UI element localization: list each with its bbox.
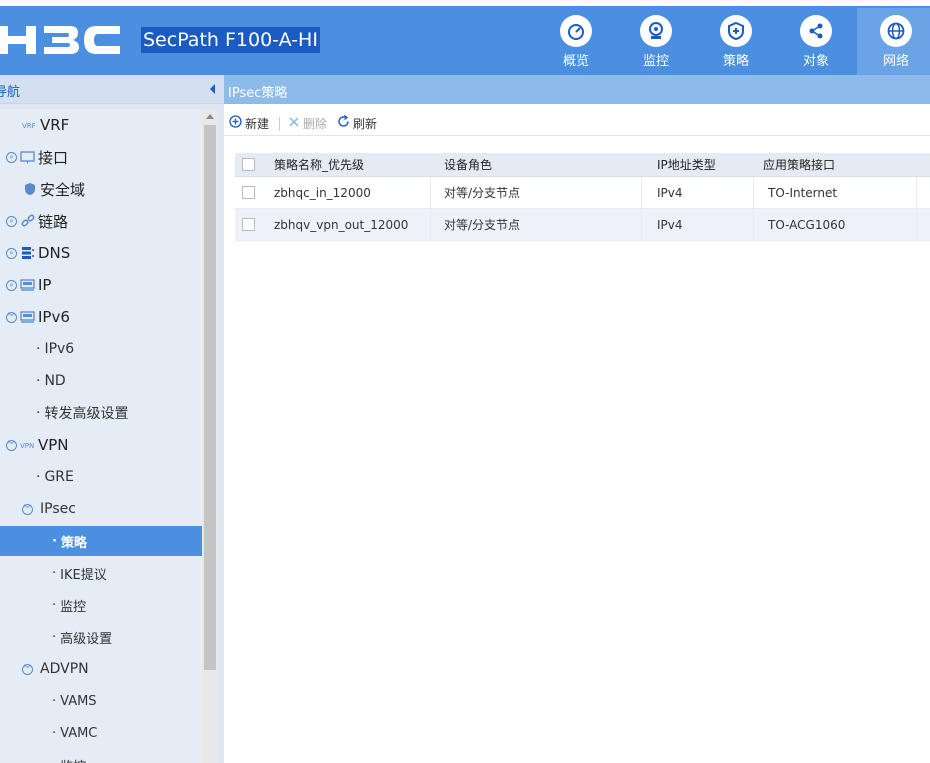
- breadcrumb-title: IPsec策略: [228, 86, 288, 101]
- scroll-up-icon[interactable]: [206, 114, 214, 119]
- close-icon: [288, 116, 300, 132]
- sidebar-item-ipsec-policy[interactable]: · 策略: [0, 526, 202, 556]
- nav-object[interactable]: 对象: [777, 8, 855, 75]
- shield-icon: [22, 182, 37, 196]
- sidebar-item-ip[interactable]: » IP: [0, 270, 202, 300]
- top-header: SecPath F100-A-HI 概览 监控 策略 对象 网络: [0, 0, 930, 75]
- collapse-sidebar-icon[interactable]: [210, 84, 215, 94]
- ip-type: IPv4: [657, 185, 683, 200]
- expand-icon[interactable]: »: [6, 215, 17, 227]
- column-header[interactable]: 应用策略接口: [763, 153, 835, 176]
- network-card-icon: [20, 278, 35, 292]
- monitor-icon: [20, 150, 35, 164]
- nav-policy[interactable]: 策略: [697, 8, 775, 75]
- refresh-button[interactable]: 刷新: [337, 114, 377, 132]
- sidebar-item-interface[interactable]: » 接口: [0, 142, 202, 172]
- nav-monitor[interactable]: 监控: [617, 8, 695, 75]
- vrf-icon: VRF: [22, 118, 37, 132]
- sidebar-item-security-zone[interactable]: 安全域: [0, 174, 202, 204]
- sidebar-item-forwarding-advanced[interactable]: · 转发高级设置: [0, 398, 202, 428]
- sidebar-item-gre[interactable]: · GRE: [0, 462, 202, 492]
- sidebar-tree: VRF VRF » 接口 安全域 » 链路 » DNS » IP ︾ IPv6 …: [0, 109, 202, 763]
- table-row[interactable]: zbhqv_vpn_out_12000 对等/分支节点 IPv4 TO-ACG1…: [235, 209, 930, 241]
- sidebar-item-link[interactable]: » 链路: [0, 206, 202, 236]
- device-role: 对等/分支节点: [444, 186, 521, 200]
- sidebar-item-advpn-group[interactable]: ︾ ADVPN: [0, 654, 202, 684]
- main-content: IPsec策略 新建 删除 刷新 策略名称_优先级 设备角色 IP地址类型 应用…: [224, 75, 930, 763]
- policy-name: zbhqc_in_12000: [274, 185, 371, 200]
- collapse-icon[interactable]: ︾: [22, 503, 33, 515]
- header-top-strip: [0, 0, 930, 6]
- refresh-icon: [337, 114, 350, 132]
- sidebar-scrollbar[interactable]: [202, 109, 218, 763]
- sidebar-item-vamc[interactable]: · VAMC: [0, 718, 202, 748]
- database-icon: [20, 246, 35, 260]
- apply-interface: TO-ACG1060: [768, 217, 846, 232]
- sidebar-title-bar: 导航: [0, 75, 224, 104]
- product-name: SecPath F100-A-HI: [141, 27, 320, 53]
- sidebar-item-ike-proposal[interactable]: · IKE提议: [0, 558, 202, 588]
- vpn-icon: VPN: [20, 438, 35, 452]
- select-all-checkbox[interactable]: [242, 158, 255, 171]
- sidebar-item-ipsec-monitor[interactable]: · 监控: [0, 590, 202, 620]
- apply-interface: TO-Internet: [768, 185, 838, 200]
- scrollbar-thumb[interactable]: [204, 125, 216, 670]
- sidebar-item-dns[interactable]: » DNS: [0, 238, 202, 268]
- nav-network[interactable]: 网络: [857, 8, 930, 75]
- link-icon: [20, 214, 35, 228]
- shield-icon: [720, 15, 752, 47]
- sidebar-item-vpn-group[interactable]: ︾ VPN VPN: [0, 430, 202, 460]
- plus-circle-icon: [229, 115, 242, 132]
- expand-icon[interactable]: »: [6, 279, 17, 291]
- expand-icon[interactable]: »: [6, 247, 17, 259]
- sidebar: 导航 VRF VRF » 接口 安全域 » 链路 » DNS » IP ︾ IP…: [0, 75, 224, 763]
- sidebar-item-nd[interactable]: · ND: [0, 366, 202, 396]
- row-checkbox[interactable]: [242, 218, 255, 231]
- svg-text:VRF: VRF: [22, 122, 36, 130]
- collapse-icon[interactable]: ︾: [6, 439, 17, 451]
- camera-icon: [640, 15, 672, 47]
- toolbar: 新建 删除 刷新: [224, 112, 930, 136]
- column-header[interactable]: 设备角色: [444, 153, 492, 176]
- breadcrumb: IPsec策略: [224, 75, 930, 104]
- column-header[interactable]: 策略名称_优先级: [274, 153, 364, 176]
- sidebar-item-ipsec-group[interactable]: ︾ IPsec: [0, 494, 202, 524]
- row-checkbox[interactable]: [242, 186, 255, 199]
- sidebar-item-vams[interactable]: · VAMS: [0, 686, 202, 716]
- device-role: 对等/分支节点: [444, 218, 521, 232]
- nav-overview[interactable]: 概览: [537, 8, 615, 75]
- ipsec-policy-table: 策略名称_优先级 设备角色 IP地址类型 应用策略接口 zbhqc_in_120…: [235, 153, 930, 241]
- svg-text:VPN: VPN: [20, 442, 34, 450]
- toolbar-divider: [279, 116, 281, 131]
- sidebar-item-ipsec-advanced[interactable]: · 高级设置: [0, 622, 202, 652]
- h3c-logo: [0, 26, 120, 54]
- sidebar-item-ipv6-group[interactable]: ︾ IPv6: [0, 302, 202, 332]
- globe-icon: [880, 15, 912, 47]
- collapse-icon[interactable]: ︾: [22, 663, 33, 675]
- new-button[interactable]: 新建: [229, 115, 269, 132]
- collapse-icon[interactable]: ︾: [6, 311, 17, 323]
- expand-icon[interactable]: »: [6, 151, 17, 163]
- table-header: 策略名称_优先级 设备角色 IP地址类型 应用策略接口: [235, 153, 930, 177]
- network-card-icon: [20, 310, 35, 324]
- ip-type: IPv4: [657, 217, 683, 232]
- policy-name: zbhqv_vpn_out_12000: [274, 217, 409, 232]
- table-row[interactable]: zbhqc_in_12000 对等/分支节点 IPv4 TO-Internet: [235, 177, 930, 209]
- column-header[interactable]: IP地址类型: [657, 153, 716, 176]
- sidebar-item-ipv6[interactable]: · IPv6: [0, 334, 202, 364]
- dashboard-icon: [560, 15, 592, 47]
- share-icon: [800, 15, 832, 47]
- sidebar-item-vrf[interactable]: VRF VRF: [0, 110, 202, 140]
- sidebar-title: 导航: [0, 85, 21, 100]
- delete-button[interactable]: 删除: [288, 115, 327, 132]
- sidebar-item-advpn-monitor[interactable]: · 监控: [0, 750, 202, 763]
